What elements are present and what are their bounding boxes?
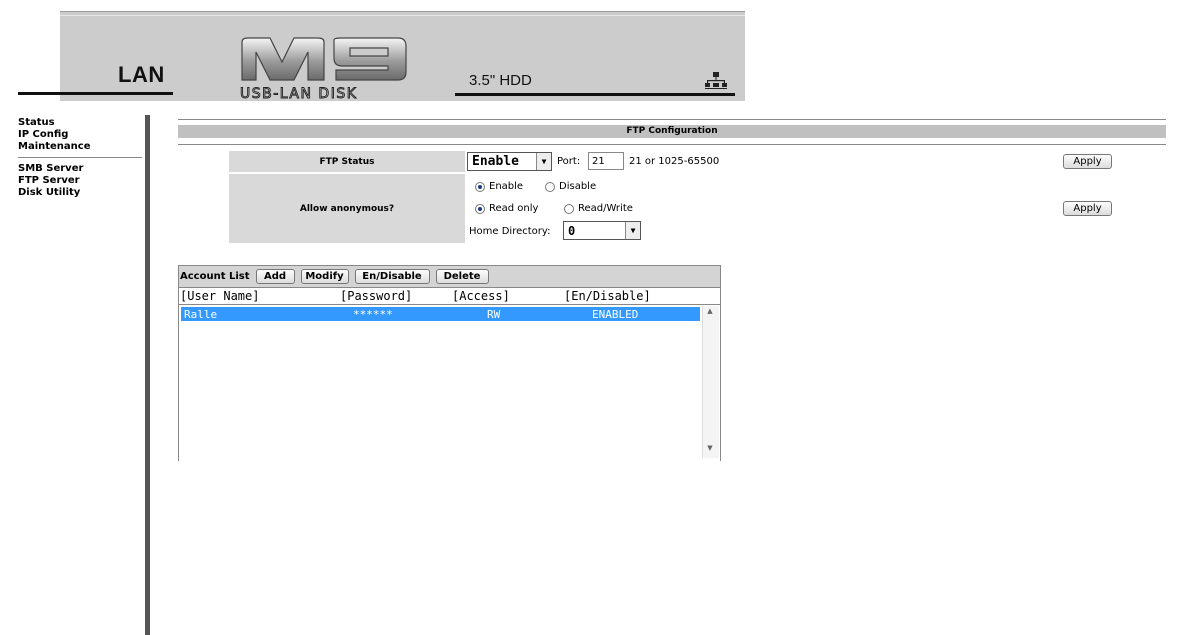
sidebar-divider bbox=[18, 157, 142, 158]
delete-account-button[interactable]: Delete bbox=[435, 268, 489, 284]
anon-enable-radio[interactable] bbox=[475, 181, 485, 192]
scroll-down-icon[interactable]: ▼ bbox=[702, 444, 718, 456]
column-header-password: [Password] bbox=[340, 289, 413, 303]
sidebar-item-status[interactable]: Status bbox=[18, 117, 143, 129]
allow-anonymous-label: Allow anonymous? bbox=[229, 174, 465, 243]
read-only-option[interactable]: Read only bbox=[475, 203, 538, 214]
divider-line bbox=[178, 144, 1166, 145]
port-label: Port: bbox=[557, 156, 581, 167]
network-icon bbox=[705, 72, 727, 89]
anon-disable-label: Disable bbox=[559, 181, 597, 192]
read-write-label: Read/Write bbox=[578, 203, 633, 214]
account-list-title: Account List bbox=[180, 270, 250, 282]
read-write-radio[interactable] bbox=[564, 203, 574, 214]
device-label-underline bbox=[455, 93, 735, 96]
read-only-label: Read only bbox=[489, 203, 539, 214]
account-list-toolbar: Account List Add Modify En/Disable Delet… bbox=[180, 267, 489, 285]
modify-account-button[interactable]: Modify bbox=[300, 268, 349, 284]
home-directory-select[interactable]: 0 ▼ bbox=[563, 221, 641, 240]
sidebar-nav: Status IP Config Maintenance SMB Server … bbox=[18, 117, 143, 199]
ftp-status-value: Enable bbox=[472, 154, 519, 169]
section-title-underline bbox=[18, 92, 173, 95]
anon-disable-radio[interactable] bbox=[545, 181, 555, 192]
row-status: ENABLED bbox=[592, 308, 639, 321]
account-list-header: [User Name] [Password] [Access] [En/Disa… bbox=[179, 287, 720, 304]
row-user-name: Ralle bbox=[184, 308, 218, 321]
column-header-access: [Access] bbox=[452, 289, 510, 303]
chevron-down-icon: ▼ bbox=[536, 153, 551, 170]
ftp-status-select[interactable]: Enable ▼ bbox=[467, 152, 552, 171]
account-listbox[interactable] bbox=[179, 304, 720, 461]
m9-logo: USB-LAN DISK bbox=[240, 37, 407, 100]
read-write-option[interactable]: Read/Write bbox=[564, 203, 633, 214]
column-header-user-name: [User Name] bbox=[180, 289, 260, 303]
banner-highlight bbox=[60, 15, 745, 16]
sidebar-item-ip-config[interactable]: IP Config bbox=[18, 129, 143, 141]
sidebar-item-smb-server[interactable]: SMB Server bbox=[18, 163, 143, 175]
logo-text: USB-LAN DISK bbox=[240, 86, 357, 100]
sidebar-item-maintenance[interactable]: Maintenance bbox=[18, 141, 143, 153]
banner-border bbox=[60, 11, 745, 12]
sidebar-item-ftp-server[interactable]: FTP Server bbox=[18, 175, 143, 187]
divider-line bbox=[178, 119, 1166, 120]
home-directory-value: 0 bbox=[568, 223, 576, 238]
read-only-radio[interactable] bbox=[475, 203, 485, 214]
anon-enable-label: Enable bbox=[489, 181, 524, 192]
add-account-button[interactable]: Add bbox=[255, 268, 295, 284]
ftp-config-title: FTP Configuration bbox=[178, 125, 1166, 138]
anon-enable-option[interactable]: Enable bbox=[475, 181, 523, 192]
apply-ftp-status-button[interactable]: Apply bbox=[1063, 154, 1112, 169]
sidebar-item-disk-utility[interactable]: Disk Utility bbox=[18, 187, 143, 199]
endisable-account-button[interactable]: En/Disable bbox=[354, 268, 430, 284]
port-range-hint: 21 or 1025-65500 bbox=[629, 156, 720, 167]
chevron-down-icon: ▼ bbox=[625, 222, 640, 239]
apply-anonymous-button[interactable]: Apply bbox=[1063, 201, 1112, 216]
row-password: ****** bbox=[353, 308, 393, 321]
section-title: LAN bbox=[118, 62, 165, 87]
list-item[interactable]: Ralle ****** RW ENABLED bbox=[181, 307, 700, 321]
column-header-en-disable: [En/Disable] bbox=[564, 289, 651, 303]
anon-disable-option[interactable]: Disable bbox=[545, 181, 596, 192]
sidebar-separator-bar bbox=[145, 115, 150, 635]
ftp-status-label: FTP Status bbox=[229, 151, 465, 172]
scroll-up-icon[interactable]: ▲ bbox=[702, 307, 718, 319]
device-label: 3.5" HDD bbox=[469, 72, 532, 89]
port-input[interactable] bbox=[588, 152, 624, 170]
list-scrollbar[interactable] bbox=[702, 306, 719, 458]
row-access: RW bbox=[487, 308, 501, 321]
home-directory-label: Home Directory: bbox=[469, 226, 551, 237]
